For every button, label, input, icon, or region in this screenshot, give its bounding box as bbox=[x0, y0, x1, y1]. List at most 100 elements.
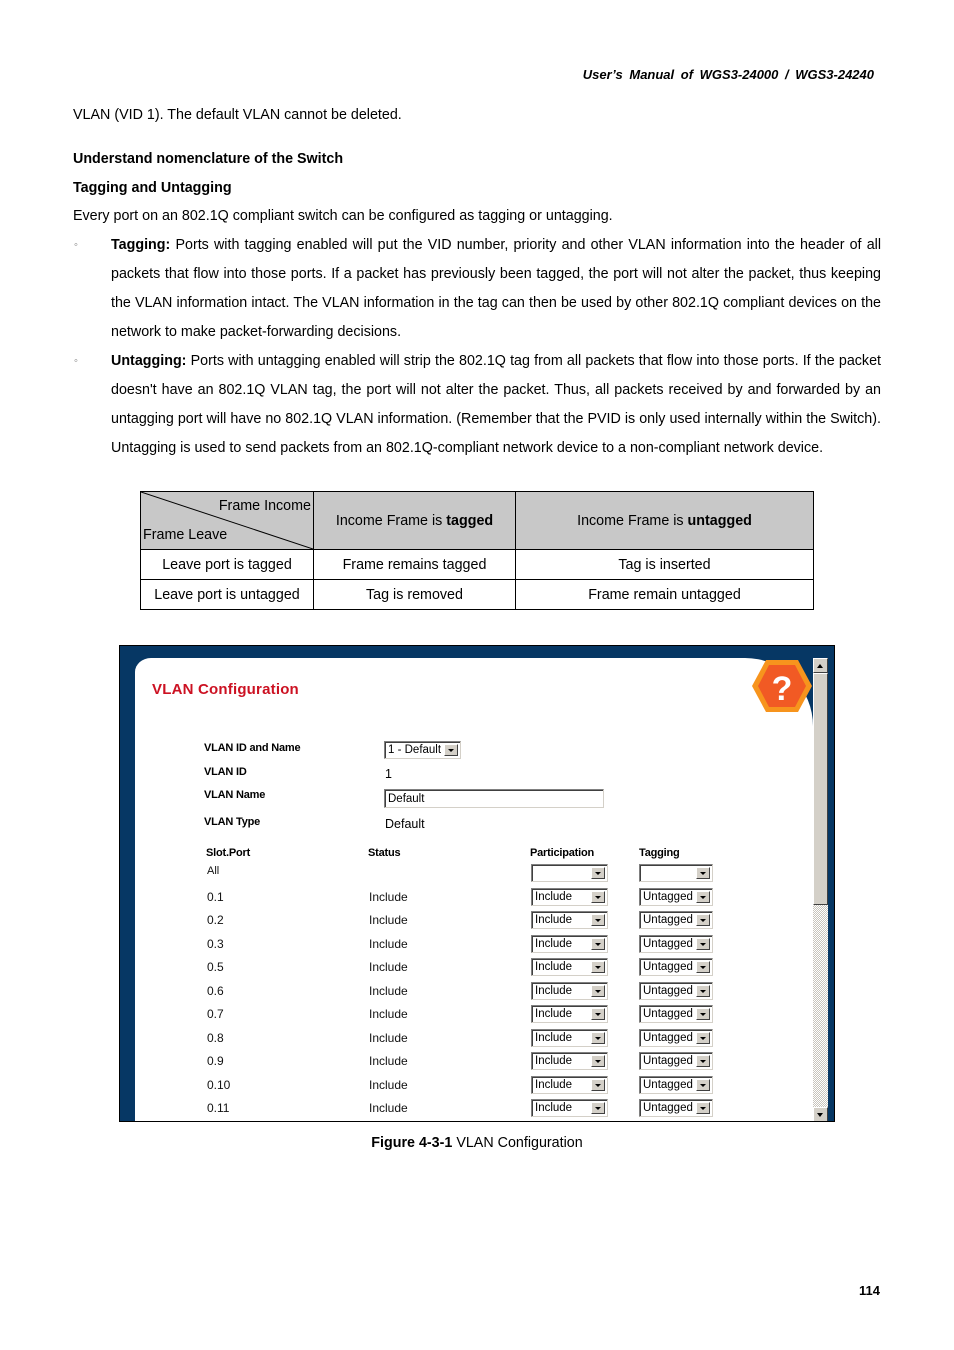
port-status: Include bbox=[369, 983, 408, 998]
port-id: 0.10 bbox=[207, 1077, 231, 1092]
figure-caption: Figure 4-3-1 VLAN Configuration bbox=[0, 1134, 954, 1152]
col-header-slot-port: Slot.Port bbox=[206, 847, 251, 859]
table-header-row: Frame Income Frame Leave Income Frame is… bbox=[140, 491, 814, 550]
participation-select[interactable]: Include bbox=[531, 1005, 608, 1024]
col-header-tagging: Tagging bbox=[639, 847, 680, 859]
vlan-name-input[interactable] bbox=[384, 789, 604, 808]
help-icon[interactable]: ? bbox=[752, 660, 812, 712]
port-status: Include bbox=[369, 890, 408, 904]
select-value: Untagged bbox=[643, 984, 693, 997]
bullet-icon: ◦ bbox=[74, 239, 78, 251]
port-id: 0.2 bbox=[207, 913, 224, 928]
dropdown-arrow-icon bbox=[696, 914, 710, 927]
row-label: Leave port is untagged bbox=[140, 579, 314, 610]
port-id: 0.5 bbox=[207, 960, 224, 975]
scroll-up-button[interactable] bbox=[813, 658, 828, 673]
header-emphasis: tagged bbox=[446, 512, 494, 529]
tagging-select[interactable]: Untagged bbox=[639, 1005, 713, 1024]
dropdown-arrow-icon bbox=[696, 1008, 710, 1021]
dropdown-arrow-icon bbox=[591, 914, 605, 927]
dropdown-arrow-icon bbox=[696, 1078, 710, 1091]
select-value: Untagged bbox=[643, 1008, 693, 1021]
bullet-term: Tagging: bbox=[111, 237, 171, 253]
tagging-select[interactable]: Untagged bbox=[639, 981, 713, 1000]
tagging-select[interactable]: Untagged bbox=[639, 911, 713, 930]
tagging-select[interactable]: Untagged bbox=[639, 1098, 713, 1117]
select-value: Untagged bbox=[643, 1031, 693, 1044]
tagging-select[interactable]: Untagged bbox=[639, 1028, 713, 1047]
select-value: Include bbox=[535, 1008, 573, 1021]
scroll-track[interactable] bbox=[813, 905, 828, 1107]
participation-select[interactable]: Include bbox=[531, 1052, 608, 1071]
scroll-thumb[interactable] bbox=[813, 673, 828, 905]
col-header-tagged: Income Frame is tagged bbox=[313, 491, 516, 550]
arrow-down-icon bbox=[817, 1113, 823, 1117]
dropdown-arrow-icon bbox=[696, 891, 710, 903]
dropdown-arrow-icon bbox=[696, 961, 710, 974]
dropdown-arrow-icon bbox=[591, 1078, 605, 1091]
scroll-down-button[interactable] bbox=[813, 1107, 828, 1121]
table-row: Leave port is tagged Frame remains tagge… bbox=[140, 549, 814, 580]
select-value: Untagged bbox=[643, 1101, 693, 1114]
select-value: Include bbox=[535, 1055, 573, 1068]
port-status: Include bbox=[369, 936, 408, 951]
page-title: VLAN Configuration bbox=[152, 681, 299, 698]
tagging-select[interactable]: Untagged bbox=[639, 934, 713, 953]
vlan-id-label: VLAN ID bbox=[204, 766, 247, 778]
all-tagging-select[interactable] bbox=[639, 864, 713, 882]
select-value: Untagged bbox=[643, 961, 693, 974]
arrow-up-icon bbox=[817, 664, 823, 668]
tagging-select[interactable]: Untagged bbox=[639, 958, 713, 977]
select-value: Include bbox=[535, 914, 573, 927]
participation-select[interactable]: Include bbox=[531, 888, 608, 906]
bullet-text: Ports with untagging enabled will strip … bbox=[111, 353, 881, 456]
select-value: Include bbox=[535, 961, 573, 974]
dropdown-arrow-icon bbox=[591, 891, 605, 903]
participation-select[interactable]: Include bbox=[531, 1098, 608, 1117]
port-id: 0.8 bbox=[207, 1030, 224, 1045]
select-value: Untagged bbox=[643, 914, 693, 927]
participation-select[interactable]: Include bbox=[531, 1075, 608, 1094]
select-value: Include bbox=[535, 1101, 573, 1114]
col-header-participation: Participation bbox=[530, 847, 595, 859]
port-id: 0.9 bbox=[207, 1054, 224, 1069]
figure-label: Figure 4-3-1 bbox=[371, 1135, 453, 1151]
dropdown-arrow-icon bbox=[591, 1008, 605, 1021]
corner-header-cell: Frame Income Frame Leave bbox=[140, 491, 314, 550]
vlan-id-name-select[interactable]: 1 - Default bbox=[384, 741, 461, 759]
bullet-tagging: Tagging: Ports with tagging enabled will… bbox=[111, 231, 881, 347]
corner-label-income: Frame Income bbox=[218, 498, 311, 514]
participation-select[interactable]: Include bbox=[531, 934, 608, 953]
select-value: Untagged bbox=[643, 937, 693, 950]
select-value: Include bbox=[535, 891, 573, 903]
select-value: Include bbox=[535, 1031, 573, 1044]
tagging-select[interactable]: Untagged bbox=[639, 1052, 713, 1071]
table-cell: Tag is inserted bbox=[515, 549, 814, 580]
vlan-id-name-label: VLAN ID and Name bbox=[204, 742, 301, 754]
tagging-select[interactable]: Untagged bbox=[639, 1075, 713, 1094]
dropdown-arrow-icon bbox=[591, 937, 605, 950]
all-participation-select[interactable] bbox=[531, 864, 608, 882]
vertical-scrollbar[interactable] bbox=[813, 658, 828, 1121]
participation-select[interactable]: Include bbox=[531, 958, 608, 977]
header-prefix: Income Frame is bbox=[577, 512, 688, 529]
port-id: 0.7 bbox=[207, 1007, 224, 1022]
header-emphasis: untagged bbox=[687, 512, 752, 529]
page-number: 114 bbox=[859, 1283, 880, 1298]
participation-select[interactable]: Include bbox=[531, 1028, 608, 1047]
dropdown-arrow-icon bbox=[696, 937, 710, 950]
participation-select[interactable]: Include bbox=[531, 911, 608, 930]
participation-select[interactable]: Include bbox=[531, 981, 608, 1000]
col-header-status: Status bbox=[368, 847, 401, 859]
port-id: 0.1 bbox=[207, 890, 224, 904]
dropdown-arrow-icon bbox=[591, 961, 605, 974]
port-status: Include bbox=[369, 1077, 408, 1092]
paragraph: Every port on an 802.1Q compliant switch… bbox=[73, 208, 613, 224]
all-ports-label: All bbox=[207, 865, 220, 877]
vlan-type-value: Default bbox=[385, 817, 425, 831]
frame-tagging-table: Frame Income Frame Leave Income Frame is… bbox=[140, 491, 814, 610]
table-cell: Frame remains tagged bbox=[313, 549, 516, 580]
select-value: Untagged bbox=[643, 1078, 693, 1091]
dropdown-arrow-icon bbox=[696, 1031, 710, 1044]
tagging-select[interactable]: Untagged bbox=[639, 888, 713, 906]
